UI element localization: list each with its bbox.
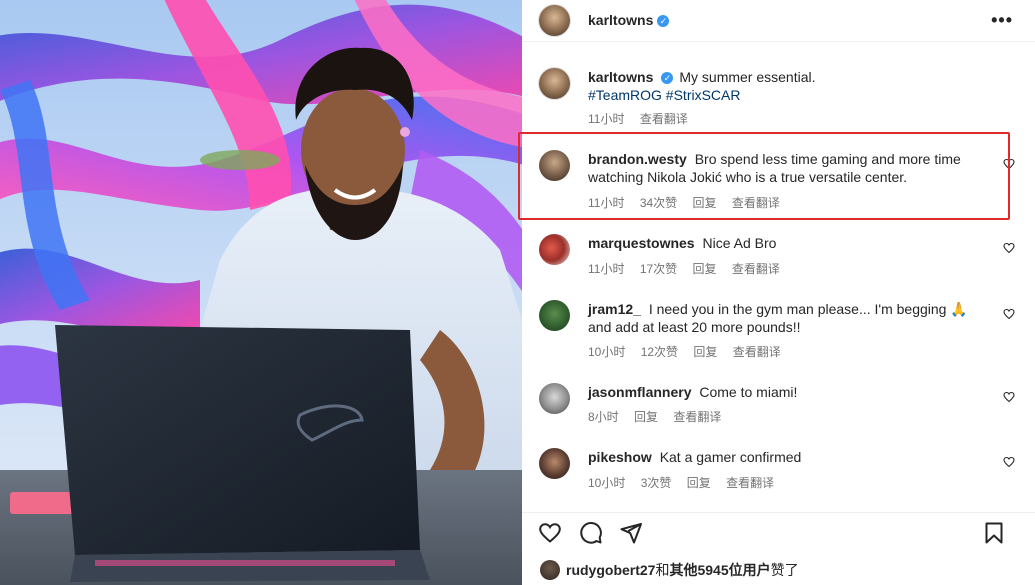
comment-meta: 8小时 回复 查看翻译 [588,408,733,425]
comment-avatar[interactable] [539,383,570,414]
comment-reply-link[interactable]: 回复 [634,410,658,424]
comment-time: 8小时 [588,410,619,424]
comment-username[interactable]: jasonmflannery [588,384,691,400]
comment-text: Nice Ad Bro [702,235,777,251]
caption-translate-link[interactable]: 查看翻译 [640,112,688,126]
comment-item: jasonmflannery Come to miami! 8小时 回复 查看翻… [522,383,1035,427]
comment-time: 11小时 [588,196,625,210]
caption-hashtags[interactable]: #TeamROG #StrixSCAR [588,87,740,103]
comment-username[interactable]: marquestownes [588,235,695,251]
comment-username[interactable]: pikeshow [588,449,652,465]
caption-avatar[interactable] [539,68,570,99]
post-actions-bar [522,512,1035,548]
comment-reply-link[interactable]: 回复 [693,196,717,210]
author-username[interactable]: karltowns [588,12,653,28]
comment-reply-link[interactable]: 回复 [687,476,711,490]
comment-time: 11小时 [588,262,625,276]
comment-time: 10小时 [588,476,626,490]
more-options-icon[interactable]: ••• [991,11,1013,29]
liker-avatar[interactable] [540,560,560,580]
comment-reply-link[interactable]: 回复 [693,262,717,276]
caption-text: My summer essential. [679,69,816,85]
liker-username[interactable]: rudygobert27 [566,562,655,578]
comment-like-heart-icon[interactable] [1003,242,1015,254]
comment-translate-link[interactable]: 查看翻译 [732,262,780,276]
comment-avatar[interactable] [539,300,570,331]
comment-item: marquestownes Nice Ad Bro 11小时 17次赞 回复 查… [522,234,1035,278]
comment-body: jram12_ I need you in the gym man please… [588,300,978,336]
comment-like-count[interactable]: 3次赞 [641,476,672,490]
verified-badge-icon: ✓ [661,72,674,84]
heart-outline-icon[interactable] [538,521,562,545]
comment-like-count[interactable]: 17次赞 [640,262,677,276]
comment-translate-link[interactable]: 查看翻译 [733,345,781,359]
comment-body: jasonmflannery Come to miami! [588,383,978,401]
verified-badge-icon: ✓ [657,15,670,27]
author-avatar[interactable] [539,5,570,36]
post-detail-panel: karltowns ✓ ••• karltowns ✓ My summer essen… [522,0,1035,585]
comment-like-heart-icon[interactable] [1003,308,1015,320]
comment-like-heart-icon[interactable] [1003,456,1015,468]
comment-translate-link[interactable]: 查看翻译 [726,476,774,490]
post-caption: karltowns ✓ My summer essential. #TeamROG … [522,68,1035,130]
comment-item: brandon.westy Bro spend less time gaming… [522,150,1035,210]
send-paper-plane-icon[interactable] [619,521,643,545]
comment-meta: 10小时 3次赞 回复 查看翻译 [588,474,786,491]
comment-avatar[interactable] [539,150,570,181]
comment-like-count[interactable]: 12次赞 [641,345,678,359]
caption-time: 11小时 [588,112,625,126]
caption-meta: 11小时 查看翻译 [588,110,700,127]
caption-username[interactable]: karltowns [588,69,653,85]
comment-text: I need you in the gym man please... I'm … [588,301,968,335]
comment-text: Kat a gamer confirmed [659,449,802,465]
liked-by-connector: 和 [655,562,670,578]
post-header: karltowns ✓ ••• [522,0,1035,42]
comment-body: marquestownes Nice Ad Bro [588,234,978,252]
comment-translate-link[interactable]: 查看翻译 [673,410,721,424]
comment-meta: 11小时 17次赞 回复 查看翻译 [588,260,792,277]
liked-by-others-link[interactable]: 其他5945位用户 [669,562,770,578]
comment-item: jram12_ I need you in the gym man please… [522,300,1035,360]
comment-reply-link[interactable]: 回复 [693,345,717,359]
comment-meta: 11小时 34次赞 回复 查看翻译 [588,194,792,211]
post-photo[interactable] [0,0,522,585]
comment-text: Come to miami! [699,384,798,400]
comment-body: pikeshow Kat a gamer confirmed [588,448,978,466]
comment-avatar[interactable] [539,448,570,479]
comment-avatar[interactable] [539,234,570,265]
photo-illustration [0,0,522,585]
comment-translate-link[interactable]: 查看翻译 [732,196,780,210]
caption-body: karltowns ✓ My summer essential. #TeamROG … [588,68,978,104]
liked-by-row: rudygobert27和其他5945位用户赞了 [540,560,799,580]
comment-item: pikeshow Kat a gamer confirmed 10小时 3次赞 … [522,448,1035,492]
author-name-row: karltowns ✓ [588,12,670,30]
comment-like-heart-icon[interactable] [1003,391,1015,403]
comment-body: brandon.westy Bro spend less time gaming… [588,150,978,186]
bookmark-icon[interactable] [982,521,1006,545]
comment-meta: 10小时 12次赞 回复 查看翻译 [588,343,793,360]
comment-time: 10小时 [588,345,626,359]
liked-by-suffix: 赞了 [770,562,799,578]
comment-username[interactable]: jram12_ [588,301,641,317]
comment-bubble-icon[interactable] [579,521,603,545]
comment-like-count[interactable]: 34次赞 [640,196,677,210]
comment-username[interactable]: brandon.westy [588,151,687,167]
comment-like-heart-icon[interactable] [1003,158,1015,170]
